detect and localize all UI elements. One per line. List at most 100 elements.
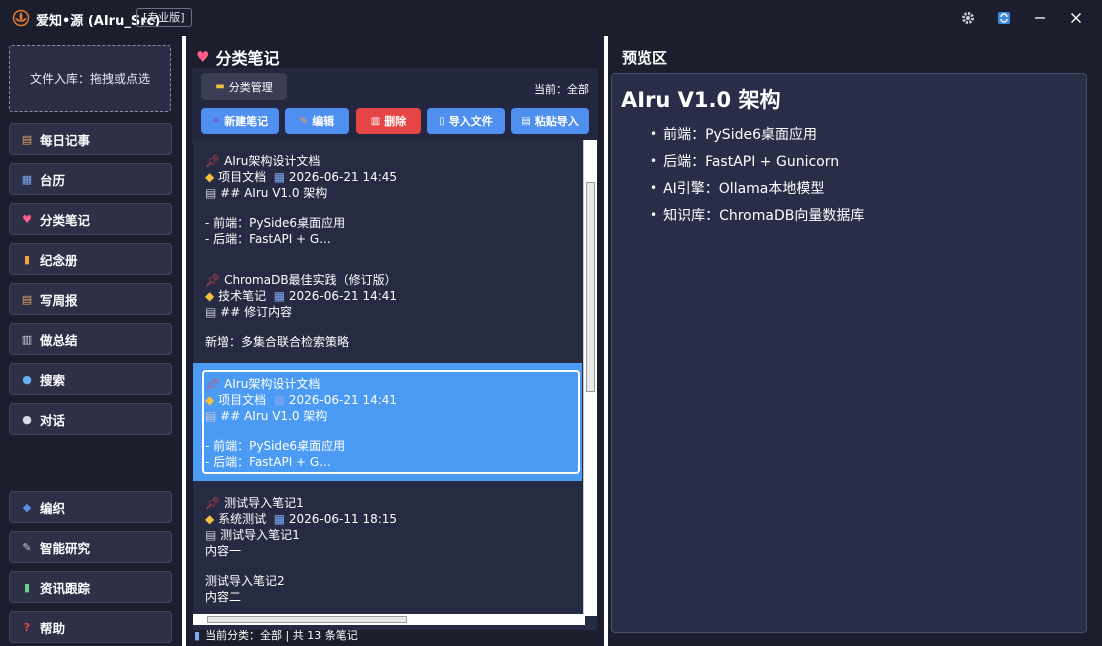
sync-button[interactable] [986, 0, 1022, 36]
edit-button[interactable]: ✎ 编辑 [285, 108, 349, 134]
sidebar-item-label: 纪念册 [40, 252, 78, 268]
new-note-button[interactable]: ✦ 新建笔记 [201, 108, 279, 134]
chart-icon: ▮ [194, 628, 201, 642]
sidebar-item-category-notes[interactable]: ♥ 分类笔记 [9, 203, 172, 235]
notes-panel-header: ♥ 分类笔记 [196, 45, 279, 69]
paste-import-label: 粘贴导入 [534, 115, 579, 128]
sidebar: 文件入库：拖拽或点选 ▤ 每日记事 ▦ 台历 ♥ 分类笔记 ▮ 纪念册 ▤ 写周… [0, 36, 182, 646]
sidebar-item-help[interactable]: ? 帮助 [9, 611, 172, 643]
sidebar-item-news-tracking[interactable]: ▮ 资讯跟踪 [9, 571, 172, 603]
sidebar-item-chat[interactable]: ● 对话 [9, 403, 172, 435]
sidebar-item-label: 做总结 [40, 332, 78, 348]
sidebar-item-label: 编织 [40, 500, 66, 516]
minimize-icon [1035, 17, 1045, 19]
scrollbar-thumb[interactable] [586, 182, 595, 392]
sidebar-item-label: 写周报 [40, 292, 78, 308]
paste-icon: ▤ [521, 115, 531, 127]
tag-icon: ◆ [205, 512, 215, 526]
import-file-button[interactable]: ▯ 导入文件 [427, 108, 505, 134]
pin-icon: 📌︎ [205, 154, 221, 168]
sidebar-item-search[interactable]: ● 搜索 [9, 363, 172, 395]
heart-icon: ♥ [196, 48, 210, 66]
note-category: 项目文档 [218, 170, 267, 184]
sidebar-item-weekly-report[interactable]: ▤ 写周报 [9, 283, 172, 315]
preview-item-text: AI引擎：Ollama本地模型 [663, 180, 825, 197]
note-line: 内容二 [205, 590, 242, 604]
note-item-selected[interactable]: 📌︎ AIru架构设计文档 ◆ 项目文档 ▦ 2026-06-21 14:41 … [193, 363, 582, 481]
close-button[interactable] [1058, 0, 1094, 36]
note-title: AIru架构设计文档 [224, 154, 321, 168]
preview-list-item: • AI引擎：Ollama本地模型 [650, 174, 864, 201]
preview-item-text: 前端：PySide6桌面应用 [663, 126, 817, 143]
help-icon: ? [23, 620, 31, 634]
sidebar-item-research[interactable]: ✎ 智能研究 [9, 531, 172, 563]
delete-button[interactable]: ▥ 删除 [356, 108, 421, 134]
sidebar-item-label: 资讯跟踪 [40, 580, 91, 596]
delete-label: 删除 [384, 115, 407, 128]
sidebar-item-daily-notes[interactable]: ▤ 每日记事 [9, 123, 172, 155]
preview-list-item: • 前端：PySide6桌面应用 [650, 120, 864, 147]
preview-item-text: 后端：FastAPI + Gunicorn [663, 153, 840, 170]
note-line: 内容一 [205, 544, 242, 558]
minimize-button[interactable] [1022, 0, 1058, 36]
calendar-icon: ▦ [273, 289, 286, 303]
settings-button[interactable] [950, 0, 986, 36]
preview-list: • 前端：PySide6桌面应用 • 后端：FastAPI + Gunicorn •… [650, 120, 864, 228]
search-icon: ● [22, 372, 32, 386]
note-item[interactable]: 📌︎ ChromaDB最佳实践（修订版） ◆ 技术笔记 ▦ 2026-06-21… [193, 272, 582, 350]
notes-list[interactable]: 📌︎ AIru架构设计文档 ◆ 项目文档 ▦ 2026-06-21 14:45 … [193, 140, 597, 630]
sidebar-item-summary[interactable]: ▥ 做总结 [9, 323, 172, 355]
note-heading: ## 修订内容 [220, 305, 293, 319]
paste-import-button[interactable]: ▤ 粘贴导入 [511, 108, 589, 134]
sidebar-item-label: 智能研究 [40, 540, 91, 556]
note-line: - 前端：PySide6桌面应用 [205, 216, 346, 230]
note-line: 新增：多集合联合检索策略 [205, 335, 350, 349]
import-file-label: 导入文件 [448, 115, 493, 128]
preview-list-item: • 后端：FastAPI + Gunicorn [650, 147, 864, 174]
chart-icon: ▮ [23, 580, 31, 594]
chat-icon: ● [22, 412, 32, 426]
note-date: 2026-06-21 14:45 [288, 170, 398, 184]
selection-border [202, 370, 580, 474]
status-text: 当前分类：全部 | 共 13 条笔记 [205, 629, 358, 642]
new-note-label: 新建笔记 [224, 115, 269, 128]
sidebar-item-calendar[interactable]: ▦ 台历 [9, 163, 172, 195]
import-icon: ▯ [439, 115, 445, 127]
preview-title: 预览区 [622, 49, 668, 67]
preview-heading: AIru V1.0 架构 [621, 88, 781, 112]
sidebar-item-label: 帮助 [40, 620, 66, 636]
note-item[interactable]: 📌︎ AIru架构设计文档 ◆ 项目文档 ▦ 2026-06-21 14:45 … [193, 153, 582, 247]
document-icon: ▤ [205, 305, 217, 319]
edit-label: 编辑 [312, 115, 335, 128]
edition-badge: [专业版] [136, 8, 192, 27]
gear-icon [962, 12, 974, 24]
pencil-icon: ✎ [299, 115, 309, 127]
new-note-icon: ✦ [211, 115, 221, 127]
pin-icon: 📌︎ [205, 496, 221, 510]
note-category: 技术笔记 [218, 289, 267, 303]
page-title: 分类笔记 [215, 49, 280, 68]
sidebar-item-label: 分类笔记 [40, 212, 91, 228]
scrollbar-thumb[interactable] [207, 616, 407, 623]
title-bar: 爱知•源 (AIru_Src) [专业版] [0, 0, 1102, 36]
sidebar-item-weave[interactable]: ◆ 编织 [9, 491, 172, 523]
preview-list-item: • 知识库：ChromaDB向量数据库 [650, 201, 864, 228]
sync-icon [998, 12, 1010, 24]
document-icon: ▤ [205, 186, 217, 200]
note-item[interactable]: 📌︎ 测试导入笔记1 ◆ 系统测试 ▦ 2026-06-11 18:15 ▤ 测… [193, 495, 582, 605]
category-manage-button[interactable]: ▬ 分类管理 [201, 73, 287, 100]
sidebar-item-label: 对话 [40, 412, 66, 428]
notes-horizontal-scrollbar[interactable] [193, 614, 585, 625]
preview-item-text: 知识库：ChromaDB向量数据库 [663, 207, 865, 224]
document-icon: ▤ [205, 528, 217, 542]
file-dropzone[interactable]: 文件入库：拖拽或点选 [9, 45, 171, 112]
report-icon: ▤ [21, 292, 33, 306]
preview-content: AIru V1.0 架构 • 前端：PySide6桌面应用 • 后端：FastAPI… [611, 73, 1087, 633]
notes-vertical-scrollbar[interactable] [583, 140, 597, 616]
sidebar-item-album[interactable]: ▮ 纪念册 [9, 243, 172, 275]
note-date: 2026-06-11 18:15 [288, 512, 398, 526]
album-icon: ▮ [23, 252, 31, 266]
note-line: - 后端：FastAPI + G... [205, 232, 331, 246]
weave-icon: ◆ [22, 500, 32, 514]
status-bar: ▮ 当前分类：全部 | 共 13 条笔记 [194, 627, 358, 643]
